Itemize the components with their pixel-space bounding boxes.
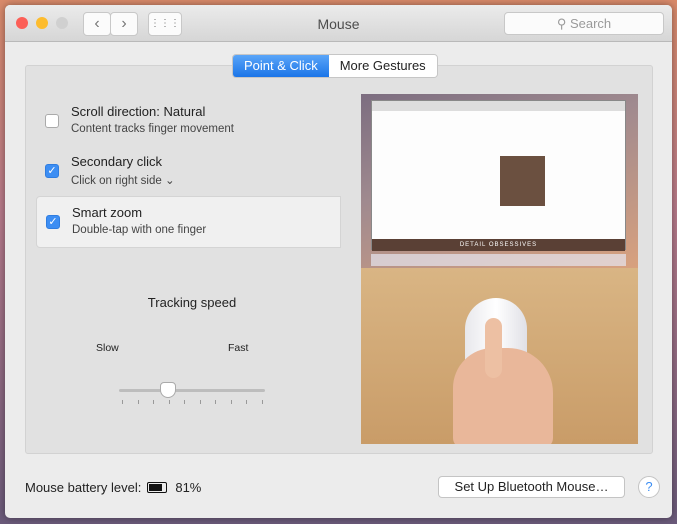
slider-tick bbox=[153, 400, 155, 404]
title-bar: ‹ › ⋮⋮⋮ Mouse ⚲ Search bbox=[5, 5, 672, 42]
tab-point-click[interactable]: Point & Click bbox=[233, 55, 329, 77]
slider-tick bbox=[122, 400, 123, 404]
option-title: Scroll direction: Natural bbox=[71, 104, 206, 119]
option-subtitle: Content tracks finger movement bbox=[71, 123, 234, 135]
smart-zoom-checkbox[interactable]: ✓ bbox=[46, 215, 60, 229]
preview-document: DETAIL OBSESSIVES bbox=[371, 100, 626, 251]
search-placeholder: Search bbox=[569, 16, 612, 31]
slow-label: Slow bbox=[96, 342, 119, 354]
tab-more-gestures[interactable]: More Gestures bbox=[328, 55, 437, 77]
preview-dock bbox=[371, 254, 626, 266]
battery-status: Mouse battery level: 81% bbox=[25, 480, 201, 495]
hand-image bbox=[453, 348, 553, 444]
help-button[interactable]: ? bbox=[638, 476, 660, 498]
settings-panel: Scroll direction: Natural Content tracks… bbox=[25, 65, 653, 454]
slider-track bbox=[119, 389, 265, 392]
slider-tick bbox=[230, 400, 232, 404]
slider-tick bbox=[168, 400, 170, 404]
secondary-click-checkbox[interactable]: ✓ bbox=[45, 164, 59, 178]
option-subtitle: Double-tap with one finger bbox=[72, 224, 207, 236]
preferences-window: ‹ › ⋮⋮⋮ Mouse ⚲ Search Point & Click Mor… bbox=[5, 5, 672, 518]
tracking-speed-label: Tracking speed bbox=[147, 295, 237, 310]
option-title: Secondary click bbox=[71, 154, 163, 169]
slider-thumb[interactable] bbox=[160, 382, 177, 398]
setup-bluetooth-mouse-button[interactable]: Set Up Bluetooth Mouse… bbox=[438, 476, 625, 498]
option-title: Smart zoom bbox=[72, 205, 143, 220]
option-secondary-click[interactable]: ✓ Secondary click Click on right side ⌄ bbox=[36, 146, 341, 198]
slider-tick bbox=[137, 400, 139, 404]
battery-icon bbox=[147, 482, 168, 493]
preview-screen: DETAIL OBSESSIVES bbox=[361, 94, 638, 268]
slider-tick bbox=[262, 400, 263, 404]
slider-tick bbox=[184, 400, 186, 404]
preview-banner: DETAIL OBSESSIVES bbox=[372, 239, 625, 251]
slider-tick bbox=[199, 400, 201, 404]
fast-label: Fast bbox=[228, 342, 249, 354]
option-scroll-direction[interactable]: Scroll direction: Natural Content tracks… bbox=[36, 96, 341, 148]
battery-percentage: 81% bbox=[175, 480, 202, 495]
tab-bar: Point & Click More Gestures bbox=[232, 54, 438, 78]
preview-desk bbox=[361, 268, 638, 444]
slider-tick bbox=[215, 400, 217, 404]
finger-image bbox=[485, 318, 502, 378]
slider-tick bbox=[246, 400, 248, 404]
option-smart-zoom[interactable]: ✓ Smart zoom Double-tap with one finger bbox=[36, 196, 341, 248]
gesture-preview-video: DETAIL OBSESSIVES bbox=[361, 94, 638, 444]
search-icon: ⚲ bbox=[556, 16, 570, 31]
battery-label: Mouse battery level: bbox=[25, 480, 142, 495]
search-input[interactable]: ⚲ Search bbox=[504, 12, 664, 35]
scroll-direction-checkbox[interactable] bbox=[45, 114, 59, 128]
secondary-click-dropdown[interactable]: Click on right side ⌄ bbox=[71, 173, 175, 187]
